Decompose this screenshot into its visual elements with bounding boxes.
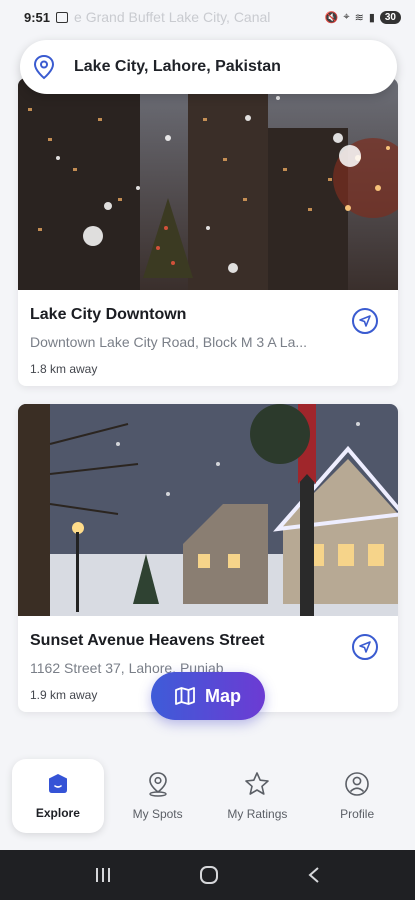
place-address: Downtown Lake City Road, Block M 3 A La.… — [30, 334, 308, 350]
profile-icon — [345, 772, 369, 796]
star-icon — [245, 772, 270, 795]
place-title: Lake City Downtown — [30, 306, 187, 323]
tab-my-spots[interactable]: My Spots — [112, 759, 204, 833]
place-title: Sunset Avenue Heavens Street — [30, 632, 265, 649]
tab-label: Profile — [340, 807, 375, 821]
navigation-arrow-icon — [359, 315, 371, 327]
directions-button[interactable] — [352, 308, 378, 334]
status-time: 9:51 — [24, 9, 51, 25]
explore-icon — [48, 774, 67, 793]
location-pin-icon — [33, 54, 55, 80]
screen: 9:51 e Grand Buffet Lake City, Canal 🔇 ⌖… — [0, 0, 415, 900]
place-card[interactable]: Lake City Downtown Downtown Lake City Ro… — [18, 78, 398, 386]
place-info: Lake City Downtown Downtown Lake City Ro… — [18, 290, 398, 386]
tab-label: My Ratings — [227, 807, 288, 821]
map-button-label: Map — [205, 685, 241, 706]
tab-label: My Spots — [132, 807, 183, 821]
map-button[interactable]: Map — [151, 672, 265, 720]
notification-ticker: e Grand Buffet Lake City, Canal — [74, 9, 271, 25]
home-icon[interactable] — [199, 865, 219, 885]
map-icon — [175, 687, 195, 705]
current-location-text: Lake City, Lahore, Pakistan — [74, 58, 281, 75]
navigation-arrow-icon — [359, 641, 371, 653]
mute-icon: 🔇 — [324, 11, 339, 24]
bottom-navigation: Explore My Spots My Ratings Profile — [0, 742, 415, 850]
status-bar: 9:51 e Grand Buffet Lake City, Canal 🔇 ⌖… — [0, 0, 415, 34]
tab-label: Explore — [35, 806, 80, 820]
tab-profile[interactable]: Profile — [311, 759, 403, 833]
place-distance: 1.8 km away — [30, 362, 98, 376]
location-pin-icon — [148, 772, 167, 797]
gallery-notification-icon — [56, 11, 69, 23]
place-photo — [18, 78, 398, 290]
directions-button[interactable] — [352, 634, 378, 660]
tab-my-ratings[interactable]: My Ratings — [211, 759, 303, 833]
location-icon: ⌖ — [343, 10, 350, 23]
wifi-icon: ≋ — [354, 11, 364, 24]
signal-icon: ▮ — [368, 11, 375, 24]
location-bar[interactable]: Lake City, Lahore, Pakistan — [20, 40, 397, 94]
tab-explore[interactable]: Explore — [11, 759, 104, 833]
back-icon[interactable] — [307, 866, 321, 884]
place-photo — [18, 404, 398, 616]
system-navigation-bar — [0, 850, 415, 900]
place-card[interactable]: Sunset Avenue Heavens Street 1162 Street… — [18, 404, 398, 712]
status-icons: 🔇 ⌖ ≋ ▮ 30 — [324, 10, 401, 24]
recent-apps-icon[interactable] — [94, 867, 112, 883]
battery-indicator: 30 — [379, 10, 401, 24]
